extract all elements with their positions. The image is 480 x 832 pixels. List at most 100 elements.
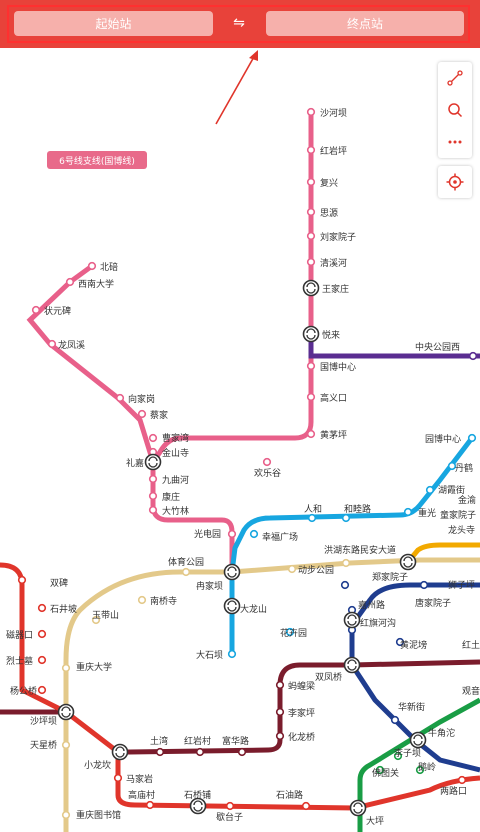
station-label[interactable]: 狮子坪	[448, 580, 475, 591]
station-label[interactable]: 牛角沱	[428, 727, 455, 739]
station-label[interactable]: 曹家湾	[162, 432, 189, 444]
station-label[interactable]: 花卉园	[280, 627, 307, 639]
station-label[interactable]: 金山寺	[162, 447, 189, 459]
station-label[interactable]: 小龙坎	[84, 759, 111, 771]
station-label[interactable]: 体育公园	[168, 556, 204, 568]
station-label[interactable]: 双凤桥	[315, 671, 342, 683]
map-toolbar	[438, 62, 472, 158]
station-label[interactable]: 冉家坝	[196, 580, 223, 592]
station-label[interactable]: 王家庄	[322, 283, 349, 295]
line-name-tag[interactable]: 6号线支线(国博线)	[47, 151, 147, 169]
station-label[interactable]: 重庆图书馆	[76, 809, 121, 821]
station-label[interactable]: 唐家院子	[415, 597, 451, 609]
station-label[interactable]: 重庆大学	[76, 661, 112, 673]
transfer-icon	[111, 743, 129, 761]
station-label[interactable]: 两路口	[440, 785, 467, 797]
station-label[interactable]: 嘉州路	[358, 599, 385, 611]
start-station-button[interactable]: 起始站	[14, 11, 213, 36]
station-label[interactable]: 童家院子	[440, 509, 476, 521]
station-label[interactable]: 金渝	[458, 494, 476, 506]
station-label[interactable]: 重光	[418, 507, 436, 519]
station-label[interactable]: 李家坪	[288, 707, 315, 719]
station-label[interactable]: 思源	[320, 208, 338, 219]
station-label[interactable]: 洪湖东路民安大道	[324, 544, 396, 556]
route-button[interactable]	[438, 62, 472, 94]
station-label[interactable]: 红旗河沟	[360, 617, 396, 629]
station-label[interactable]: 沙河坝	[320, 107, 347, 119]
station-label[interactable]: 富华路	[222, 735, 249, 747]
locate-icon	[446, 173, 464, 191]
station-label[interactable]: 华新街	[398, 701, 425, 713]
station-label[interactable]: 幸福广场	[262, 531, 298, 543]
station-label[interactable]: 土湾	[150, 735, 168, 747]
station-label[interactable]: 高义口	[320, 392, 347, 404]
station-label[interactable]: 石井坡	[50, 603, 77, 615]
station-label[interactable]: 康庄	[162, 491, 180, 503]
station-label[interactable]: 大竹林	[162, 505, 189, 517]
station-label[interactable]: 化龙桥	[288, 731, 315, 743]
transfer-icon	[409, 731, 427, 749]
station-label[interactable]: 北碚	[100, 261, 118, 273]
station-label[interactable]: 杨公桥	[10, 685, 37, 697]
station-label[interactable]: 红土	[462, 639, 480, 651]
station-label[interactable]: 黄泥塝	[400, 639, 427, 651]
search-button[interactable]	[438, 94, 472, 126]
station-label[interactable]: 丹鹤	[455, 462, 473, 474]
locate-button[interactable]	[438, 166, 472, 198]
top-search-bar: 起始站 ⇋ 终点站	[0, 0, 480, 48]
station-label[interactable]: 李子坝	[394, 747, 421, 759]
station-label[interactable]: 观音桥	[462, 685, 480, 697]
station-label[interactable]: 状元碑	[44, 305, 71, 317]
transfer-icon	[343, 611, 361, 629]
station-label[interactable]: 南桥寺	[150, 595, 177, 607]
station-label[interactable]: 大龙山	[240, 603, 267, 615]
transfer-icon	[399, 553, 417, 571]
station-label[interactable]: 国博中心	[320, 361, 356, 373]
station-label[interactable]: 清溪河	[320, 257, 347, 269]
station-label[interactable]: 高庙村	[128, 789, 155, 801]
transfer-icon	[302, 279, 320, 297]
more-button[interactable]	[438, 126, 472, 158]
station-label[interactable]: 佛图关	[372, 767, 399, 779]
station-label[interactable]: 玉带山	[92, 610, 119, 621]
station-label[interactable]: 石油路	[276, 789, 303, 801]
station-label[interactable]: 磁器口	[6, 629, 33, 641]
station-label[interactable]: 沙坪坝	[30, 716, 57, 727]
station-label[interactable]: 湖霞街	[438, 484, 465, 496]
station-label[interactable]: 悦来	[322, 329, 340, 341]
station-label[interactable]: 石桥铺	[184, 789, 211, 801]
station-label[interactable]: 西南大学	[78, 278, 114, 290]
station-label[interactable]: 大石坝	[196, 649, 223, 661]
station-label[interactable]: 天星桥	[30, 739, 57, 751]
station-label[interactable]: 郑家院子	[372, 571, 408, 583]
station-label[interactable]: 红岩村	[184, 735, 211, 747]
station-label[interactable]: 刘家院子	[320, 231, 356, 243]
station-label[interactable]: 向家岗	[128, 393, 155, 405]
station-label[interactable]: 和睦路	[344, 503, 371, 515]
station-label[interactable]: 黄茅坪	[320, 429, 347, 441]
station-label[interactable]: 烈士墓	[6, 655, 33, 667]
line-1	[0, 562, 480, 811]
station-label[interactable]: 中央公园西	[415, 341, 460, 353]
end-station-button[interactable]: 终点站	[266, 11, 464, 36]
station-label[interactable]: 欢乐谷	[254, 467, 281, 479]
station-label[interactable]: 蚂蝗梁	[288, 680, 315, 692]
station-label[interactable]: 歇台子	[216, 811, 243, 823]
station-label[interactable]: 马家岩	[126, 773, 153, 785]
swap-stations-button[interactable]: ⇋	[224, 12, 254, 34]
station-label[interactable]: 人和	[304, 504, 322, 515]
station-label[interactable]: 礼嘉	[126, 457, 144, 469]
station-label[interactable]: 红岩坪	[320, 145, 347, 157]
station-label[interactable]: 双碑	[50, 577, 68, 589]
station-label[interactable]: 蔡家	[150, 409, 168, 421]
station-label[interactable]: 九曲河	[162, 474, 189, 486]
transfer-icon	[343, 656, 361, 674]
station-label[interactable]: 园博中心	[425, 433, 461, 445]
station-label[interactable]: 大坪	[366, 815, 384, 827]
station-label[interactable]: 鹅岭	[418, 761, 436, 773]
station-label[interactable]: 龙凤溪	[58, 339, 85, 351]
station-label[interactable]: 龙头寺	[448, 524, 475, 536]
station-label[interactable]: 复兴	[320, 177, 338, 189]
station-label[interactable]: 光电园	[194, 528, 221, 540]
station-label[interactable]: 动步公园	[298, 565, 334, 576]
